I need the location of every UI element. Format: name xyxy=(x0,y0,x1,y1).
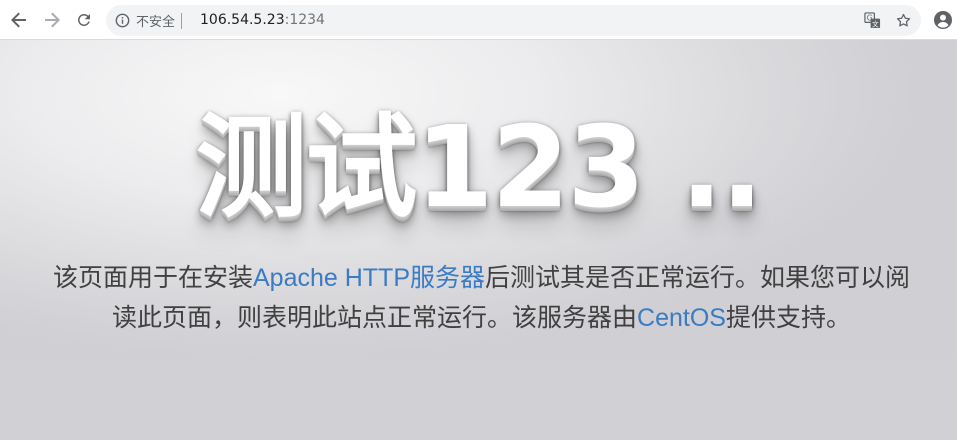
url-text[interactable]: 106.54.5.23:1234 xyxy=(200,12,325,29)
back-arrow-icon[interactable] xyxy=(8,9,30,31)
account-icon[interactable] xyxy=(932,9,954,31)
page-content: 测试123 .. 该页面用于在安装Apache HTTP服务器后测试其是否正常运… xyxy=(0,40,957,440)
star-icon[interactable] xyxy=(893,10,913,30)
reload-icon[interactable] xyxy=(73,9,95,31)
site-info-button[interactable]: 不安全 xyxy=(115,12,183,30)
page-heading: 测试123 .. xyxy=(195,103,764,233)
translate-icon[interactable]: G 文 xyxy=(862,10,882,30)
apache-link[interactable]: Apache HTTP服务器 xyxy=(253,264,485,292)
lead-text-3: 提供支持。 xyxy=(725,304,851,332)
svg-text:文: 文 xyxy=(872,19,879,28)
url-host: 106.54.5.23 xyxy=(200,12,285,28)
browser-toolbar: 不安全 106.54.5.23:1234 G 文 xyxy=(0,0,957,40)
url-port: :1234 xyxy=(284,12,325,28)
address-separator xyxy=(181,12,183,29)
address-bar[interactable]: 不安全 106.54.5.23:1234 G 文 xyxy=(106,5,921,36)
security-status-label: 不安全 xyxy=(136,15,176,30)
browser-window: 不安全 106.54.5.23:1234 G 文 测试123 .. 该页面用于在… xyxy=(0,0,957,440)
lead-text-1: 该页面用于在安装 xyxy=(52,264,253,292)
lead-paragraph: 该页面用于在安装Apache HTTP服务器后测试其是否正常运行。如果您可以阅读… xyxy=(44,258,919,338)
forward-arrow-icon[interactable] xyxy=(41,9,63,31)
info-icon xyxy=(115,13,130,28)
centos-link[interactable]: CentOS xyxy=(637,304,726,332)
